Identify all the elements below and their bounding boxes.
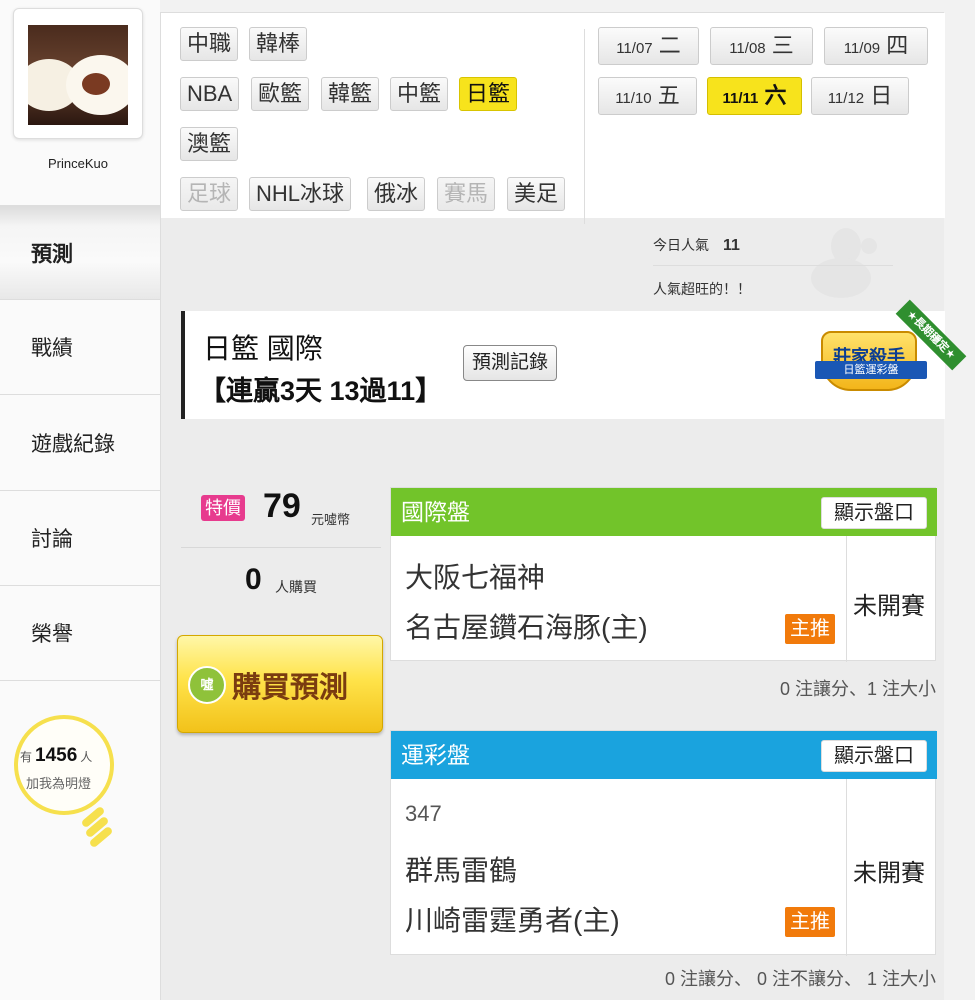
prediction-record-button[interactable]: 預測記錄 — [463, 345, 558, 381]
date-1112[interactable]: 11/12 日 — [811, 77, 909, 115]
fan-bulb[interactable]: 有 1456 人 加我為明燈 — [14, 715, 114, 855]
bet-note: 0 注讓分、 0 注不讓分、 1 注大小 — [664, 969, 936, 989]
popularity-value: 11 — [723, 237, 740, 254]
tag-australia-basketball[interactable]: 澳籃 — [180, 127, 239, 161]
fan-label: 加我為明燈 — [26, 776, 92, 791]
game-header: 運彩盤 顯示盤口 — [391, 731, 937, 779]
fan-count-line: 有 1456 人 — [20, 745, 120, 767]
prediction-header: 日籃 國際 【連贏3天 13過11】 預測記錄 莊家殺手 日籃運彩盤 ★長期穩定… — [181, 299, 967, 419]
tag-euro-basketball[interactable]: 歐籃 — [251, 77, 310, 111]
purchase-panel: 特價 79 元噓幣 0 人購買 噓 購買預測 — [177, 481, 383, 1000]
tag-kbo[interactable]: 韓棒 — [249, 27, 308, 61]
game-status: 未開賽 — [853, 593, 925, 620]
sidebar-item-record[interactable]: 戰績 — [0, 300, 160, 395]
game-body: 347 群馬雷鶴 川崎雷霆勇者(主) 主推 — [391, 779, 847, 956]
popularity-message: 人氣超旺的！！ — [653, 281, 751, 297]
home-team: 名古屋鑽石海豚(主) — [405, 612, 648, 643]
sidebar-item-discuss[interactable]: 討論 — [0, 491, 160, 586]
game-card-sports-lottery: 運彩盤 顯示盤口 347 群馬雷鶴 川崎雷霆勇者(主) 主推 未開賽 — [390, 730, 937, 956]
sidebar-item-game-log[interactable]: 遊戲紀錄 — [0, 396, 160, 491]
tag-china-basketball[interactable]: 中籃 — [390, 77, 449, 111]
show-odds-button[interactable]: 顯示盤口 — [821, 497, 927, 529]
buyer-count: 0 — [245, 563, 262, 596]
tag-nba[interactable]: NBA — [180, 77, 240, 111]
price-value: 79 — [263, 487, 301, 525]
game-status: 未開賽 — [853, 860, 925, 887]
show-odds-button[interactable]: 顯示盤口 — [821, 740, 927, 772]
date-1109[interactable]: 11/09 四 — [824, 27, 928, 65]
fan-count: 1456 — [35, 745, 78, 766]
sidebar-item-predict[interactable]: 預測 — [0, 205, 160, 300]
price-row: 特價 79 元噓幣 — [181, 481, 381, 547]
game-card-international: 國際盤 顯示盤口 大阪七福神 名古屋鑽石海豚(主) 主推 未開賽 — [390, 487, 937, 662]
divider — [653, 265, 893, 266]
tag-cpbl[interactable]: 中職 — [180, 27, 239, 61]
avatar[interactable] — [13, 8, 143, 139]
main-pick-badge: 主推 — [785, 907, 835, 937]
divider — [584, 29, 585, 224]
game-header: 國際盤 顯示盤口 — [391, 488, 937, 536]
date-1108[interactable]: 11/08 三 — [710, 27, 813, 65]
game-body: 大阪七福神 名古屋鑽石海豚(主) 主推 — [391, 536, 847, 662]
tag-japan-basketball[interactable]: 日籃 — [459, 77, 518, 111]
sidebar-item-honor[interactable]: 榮譽 — [0, 586, 160, 681]
dealer-killer-badge: 莊家殺手 日籃運彩盤 ★長期穩定★ — [815, 299, 967, 419]
avatar-image — [28, 25, 128, 125]
fan-suffix: 人 — [80, 750, 93, 764]
buyer-unit: 人購買 — [275, 579, 317, 595]
date-1111[interactable]: 11/11 六 — [707, 77, 802, 115]
game-header-label: 運彩盤 — [401, 742, 470, 768]
page-title: 日籃 國際 — [203, 333, 323, 364]
game-header-label: 國際盤 — [401, 499, 470, 525]
special-price-badge: 特價 — [201, 495, 245, 521]
buy-prediction-button[interactable]: 噓 購買預測 — [177, 635, 383, 733]
away-team: 大阪七福神 — [405, 562, 546, 593]
username[interactable]: PrinceKuo — [0, 156, 156, 171]
buy-prediction-label: 購買預測 — [232, 672, 349, 704]
date-1110[interactable]: 11/10 五 — [598, 77, 697, 115]
date-1107[interactable]: 11/07 二 — [598, 27, 699, 65]
main-panel: 中職 韓棒 NBA 歐籃 韓籃 中籃 日籃 澳籃 足球 NHL冰球 俄冰 賽馬 … — [160, 12, 967, 1000]
popularity-box: 今日人氣 11 人氣超旺的！！ — [653, 235, 903, 305]
price-unit: 元噓幣 — [311, 512, 351, 527]
popularity-line: 今日人氣 11 — [653, 237, 740, 254]
tag-nhl[interactable]: NHL冰球 — [249, 177, 352, 211]
tag-soccer: 足球 — [180, 177, 239, 211]
sidebar: PrinceKuo 預測 戰績 遊戲紀錄 討論 榮譽 有 1456 人 加我為明燈 — [0, 0, 160, 1000]
game-number: 347 — [405, 801, 442, 826]
win-streak: 【連贏3天 13過11】 — [199, 376, 443, 406]
bet-note: 0 注讓分、1 注大小 — [779, 679, 936, 699]
home-team: 川崎雷霆勇者(主) — [405, 905, 620, 936]
tag-russia-hockey[interactable]: 俄冰 — [367, 177, 426, 211]
bulb-base-icon — [80, 805, 114, 853]
tag-american-football[interactable]: 美足 — [507, 177, 566, 211]
tag-korea-basketball[interactable]: 韓籃 — [321, 77, 380, 111]
main-pick-badge: 主推 — [785, 614, 835, 644]
xu-coin-icon: 噓 — [188, 666, 226, 704]
page: PrinceKuo 預測 戰績 遊戲紀錄 討論 榮譽 有 1456 人 加我為明燈 … — [0, 0, 975, 1000]
fan-prefix: 有 — [20, 750, 33, 764]
away-team: 群馬雷鶴 — [405, 855, 518, 886]
divider — [181, 547, 381, 548]
tag-horse-racing: 賽馬 — [437, 177, 496, 211]
